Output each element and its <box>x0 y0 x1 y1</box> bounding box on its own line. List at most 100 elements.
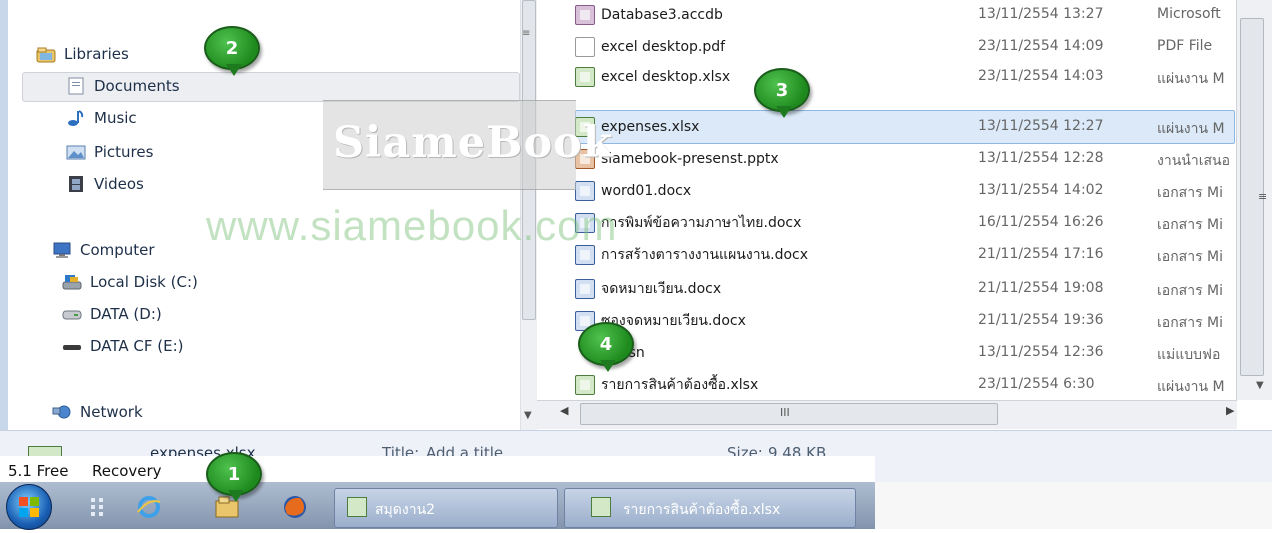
file-row[interactable]: จดหมายเวียน.docx <box>575 276 961 302</box>
access-file-icon <box>575 5 595 25</box>
step-badge-4: 4 <box>578 322 634 372</box>
file-name: ซองจดหมายเวียน.docx <box>601 313 746 329</box>
file-date: 13/11/2554 12:27 <box>978 118 1104 134</box>
nav-item-data-cf-e[interactable]: DATA CF (E:) <box>62 332 184 360</box>
file-name: word01.docx <box>601 183 692 199</box>
taskbar-window-label: สมุดงาน2 <box>375 502 436 518</box>
file-type: เอกสาร Mi <box>1157 315 1224 331</box>
documents-icon <box>66 77 86 95</box>
nav-label-pictures: Pictures <box>94 143 154 161</box>
nav-label-documents: Documents <box>94 77 180 95</box>
file-date: 21/11/2554 19:08 <box>978 280 1104 296</box>
file-date: 21/11/2554 17:16 <box>978 246 1104 262</box>
local-disk-icon <box>62 273 82 291</box>
file-name: การสร้างตารางงานแผนงาน.docx <box>601 247 809 263</box>
nav-label-music: Music <box>94 109 137 127</box>
network-icon <box>52 403 72 421</box>
excel-file-icon <box>575 67 595 87</box>
file-rows: Database3.accdb 13/11/2554 13:27 Microso… <box>537 0 1237 400</box>
file-name: รายการสินค้าต้องซื้อ.xlsx <box>601 377 759 393</box>
nav-item-music[interactable]: Music <box>66 104 137 132</box>
file-type: PDF File <box>1157 38 1213 54</box>
nav-scroll-down-arrow-icon[interactable]: ▼ <box>524 410 532 421</box>
music-icon <box>66 109 86 127</box>
file-list-scroll-grip: ≡ <box>1258 190 1268 203</box>
watermark-logo: SiameBook <box>333 118 614 168</box>
show-apps-icon[interactable] <box>88 496 108 518</box>
file-date: 23/11/2554 14:09 <box>978 38 1104 54</box>
file-type: เอกสาร Mi <box>1157 185 1224 201</box>
file-date: 13/11/2554 12:28 <box>978 150 1104 166</box>
file-name: การพิมพ์ข้อความภาษาไทย.docx <box>601 215 802 231</box>
taskbar-window-shopping-list[interactable]: รายการสินค้าต้องซื้อ.xlsx <box>564 488 856 528</box>
file-name: จดหมายเวียน.docx <box>601 281 722 297</box>
nav-item-computer[interactable]: Computer <box>52 236 155 264</box>
nav-label-data-e: DATA CF (E:) <box>90 337 184 355</box>
file-type: เอกสาร Mi <box>1157 283 1224 299</box>
file-row[interactable]: การสร้างตารางงานแผนงาน.docx <box>575 242 961 268</box>
file-date: 23/11/2554 6:30 <box>978 376 1095 392</box>
file-row[interactable]: ซองจดหมายเวียน.docx <box>575 308 961 334</box>
drive-icon <box>62 305 82 323</box>
nav-label-network: Network <box>80 403 143 421</box>
hscroll-left-arrow-icon[interactable]: ◀ <box>560 404 568 417</box>
hscroll-right-arrow-icon[interactable]: ▶ <box>1226 404 1234 417</box>
file-row[interactable]: excel desktop.pdf <box>575 34 961 60</box>
word-file-icon <box>575 279 595 299</box>
file-row[interactable]: 1.xsn <box>607 340 967 366</box>
nav-item-pictures[interactable]: Pictures <box>66 138 153 166</box>
step-badge-2: 2 <box>204 26 260 76</box>
watermark-url: www.siamebook.com <box>206 202 618 249</box>
file-date: 21/11/2554 19:36 <box>978 312 1104 328</box>
nav-item-videos[interactable]: Videos <box>66 170 144 198</box>
file-row-selected[interactable]: expenses.xlsx <box>575 114 961 140</box>
file-date: 13/11/2554 14:02 <box>978 182 1104 198</box>
file-name: 1.xsn <box>607 345 967 361</box>
nav-item-data-d[interactable]: DATA (D:) <box>62 300 162 328</box>
file-type: แผ่นงาน M <box>1157 121 1225 137</box>
file-row[interactable]: การพิมพ์ข้อความภาษาไทย.docx <box>575 210 961 236</box>
nav-label-local-disk: Local Disk (C:) <box>90 273 198 291</box>
excel-taskbar-icon <box>347 497 367 517</box>
nav-item-libraries[interactable]: Libraries <box>36 40 129 68</box>
file-date: 16/11/2554 16:26 <box>978 214 1104 230</box>
file-type: เอกสาร Mi <box>1157 217 1224 233</box>
nav-label-videos: Videos <box>94 175 144 193</box>
firefox-icon[interactable] <box>282 494 308 520</box>
pictures-icon <box>66 143 86 161</box>
taskbar-window-label: รายการสินค้าต้องซื้อ.xlsx <box>623 502 781 518</box>
file-type: Microsoft <box>1157 6 1221 22</box>
file-row[interactable]: รายการสินค้าต้องซื้อ.xlsx <box>575 372 961 398</box>
pdf-file-icon <box>575 37 595 57</box>
tray-item-recovery[interactable]: Recovery <box>92 462 162 480</box>
file-type: แม่แบบฟอ <box>1157 347 1221 363</box>
step-badge-3: 3 <box>754 68 810 118</box>
file-type: เอกสาร Mi <box>1157 249 1224 265</box>
nav-item-documents[interactable]: Documents <box>66 72 180 100</box>
file-row[interactable]: siamebook-presenst.pptx <box>575 146 961 172</box>
file-list-scroll-down-arrow-icon[interactable]: ▼ <box>1256 380 1264 391</box>
file-name: expenses.xlsx <box>601 119 700 135</box>
nav-item-local-disk[interactable]: Local Disk (C:) <box>62 268 198 296</box>
tray-item-free[interactable]: 5.1 Free <box>8 462 68 480</box>
start-button-icon[interactable] <box>6 484 52 530</box>
file-name: excel desktop.pdf <box>601 39 726 55</box>
nav-item-network[interactable]: Network <box>52 398 143 426</box>
taskbar-window-workbook[interactable]: สมุดงาน2 <box>334 488 558 528</box>
file-row[interactable]: Database3.accdb <box>575 2 961 28</box>
step-badge-1: 1 <box>206 452 262 502</box>
pane-edge <box>0 0 8 430</box>
internet-explorer-icon[interactable] <box>136 494 162 520</box>
file-date: 23/11/2554 14:03 <box>978 68 1104 84</box>
file-name: Database3.accdb <box>601 7 723 23</box>
nav-label-data-d: DATA (D:) <box>90 305 162 323</box>
file-date: 13/11/2554 12:36 <box>978 344 1104 360</box>
removable-drive-icon <box>62 337 82 355</box>
file-type: งานนำเสนอ <box>1157 153 1231 169</box>
file-date: 13/11/2554 13:27 <box>978 6 1104 22</box>
file-row[interactable]: word01.docx <box>575 178 961 204</box>
hscroll-grip: III <box>780 406 790 419</box>
libraries-icon <box>36 45 56 63</box>
excel-taskbar-icon <box>591 497 611 517</box>
computer-icon <box>52 241 72 259</box>
